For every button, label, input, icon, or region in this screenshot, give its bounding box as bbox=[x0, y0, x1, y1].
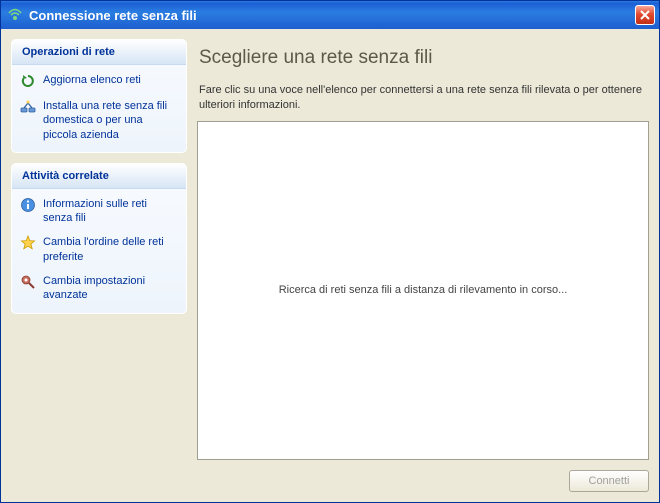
task-change-order[interactable]: Cambia l'ordine delle reti preferite bbox=[20, 235, 178, 264]
page-title: Scegliere una rete senza fili bbox=[199, 47, 649, 69]
panel-header: Operazioni di rete bbox=[12, 40, 186, 65]
star-icon bbox=[20, 235, 36, 251]
task-label: Installa una rete senza fili domestica o… bbox=[43, 99, 178, 142]
content-area: Operazioni di rete Aggiorna elenco reti bbox=[1, 29, 659, 502]
window-title: Connessione rete senza fili bbox=[29, 8, 635, 23]
searching-status: Ricerca di reti senza fili a distanza di… bbox=[279, 284, 568, 296]
titlebar: Connessione rete senza fili bbox=[1, 1, 659, 29]
panel-header: Attività correlate bbox=[12, 164, 186, 189]
task-wireless-info[interactable]: Informazioni sulle reti senza fili bbox=[20, 197, 178, 226]
task-label: Cambia impostazioni avanzate bbox=[43, 274, 178, 303]
task-setup-wireless-network[interactable]: Installa una rete senza fili domestica o… bbox=[20, 99, 178, 142]
refresh-icon bbox=[20, 73, 36, 89]
task-advanced-settings[interactable]: Cambia impostazioni avanzate bbox=[20, 274, 178, 303]
info-icon bbox=[20, 197, 36, 213]
setup-network-icon bbox=[20, 99, 36, 115]
panel-network-tasks: Operazioni di rete Aggiorna elenco reti bbox=[11, 39, 187, 153]
panel-body: Informazioni sulle reti senza fili Cambi… bbox=[12, 189, 186, 313]
close-icon bbox=[640, 10, 650, 20]
button-row: Connetti bbox=[197, 470, 649, 492]
task-label: Cambia l'ordine delle reti preferite bbox=[43, 235, 178, 264]
task-refresh-network-list[interactable]: Aggiorna elenco reti bbox=[20, 73, 178, 89]
wireless-icon bbox=[7, 7, 23, 23]
instruction-text: Fare clic su una voce nell'elenco per co… bbox=[199, 83, 647, 113]
network-list[interactable]: Ricerca di reti senza fili a distanza di… bbox=[197, 121, 649, 460]
task-label: Aggiorna elenco reti bbox=[43, 73, 141, 87]
connect-button[interactable]: Connetti bbox=[569, 470, 649, 492]
close-button[interactable] bbox=[635, 5, 655, 25]
main-area: Scegliere una rete senza fili Fare clic … bbox=[197, 39, 649, 492]
settings-icon bbox=[20, 274, 36, 290]
wireless-dialog: Connessione rete senza fili Operazioni d… bbox=[0, 0, 660, 503]
task-label: Informazioni sulle reti senza fili bbox=[43, 197, 178, 226]
sidebar: Operazioni di rete Aggiorna elenco reti bbox=[11, 39, 187, 492]
panel-body: Aggiorna elenco reti Installa una rete s… bbox=[12, 65, 186, 152]
panel-related-tasks: Attività correlate Informazioni sulle re… bbox=[11, 163, 187, 314]
